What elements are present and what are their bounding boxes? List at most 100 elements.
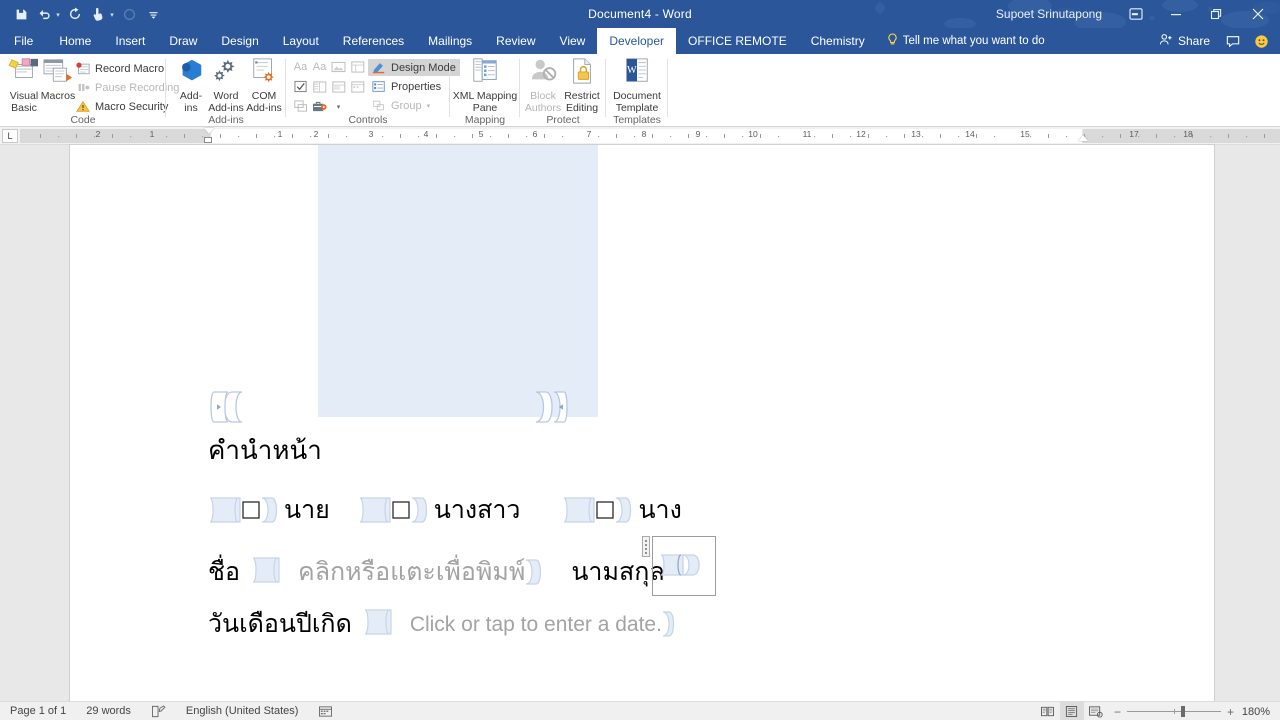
restrict-editing-label-1: Restrict xyxy=(564,90,600,102)
group-button[interactable]: Group ▾ xyxy=(372,97,430,114)
restore-icon[interactable] xyxy=(1196,0,1236,28)
horizontal-ruler[interactable]: L 2 1 1 2 3 4 5 6 7 8 9 10 11 12 13 14 1… xyxy=(0,127,1280,145)
title-bar-right: Supoet Srinutapong xyxy=(996,0,1280,28)
legacy-tools-icon[interactable] xyxy=(311,98,328,115)
picture-control-icon[interactable] xyxy=(330,58,347,75)
design-mode-button[interactable]: Design Mode xyxy=(368,59,460,76)
tab-strip-right-tools: Share xyxy=(1151,28,1280,54)
zoom-track[interactable] xyxy=(1126,706,1221,717)
document-page[interactable]: คำนำหน้า นาย นางสาว นาง ชื่อ คลิกหรือแตะ… xyxy=(70,145,1214,701)
group-separator xyxy=(667,59,668,117)
picture-control-open-tag[interactable] xyxy=(208,390,248,424)
macros-button[interactable]: Macros xyxy=(38,57,78,102)
tab-layout[interactable]: Layout xyxy=(271,28,331,54)
macros-label: Macros xyxy=(40,90,76,102)
tab-design[interactable]: Design xyxy=(209,28,270,54)
checkbox-control-nai[interactable] xyxy=(208,493,284,527)
ribbon-display-options-icon[interactable] xyxy=(1116,0,1156,28)
name-row: ชื่อ คลิกหรือแตะเพื่อพิมพ์ นามสกุล xyxy=(208,555,665,589)
macro-security-button[interactable]: Macro Security xyxy=(76,98,168,115)
first-name-content-control[interactable]: คลิกหรือแตะเพื่อพิมพ์ xyxy=(250,555,559,589)
block-authors-label-1: Block xyxy=(530,90,556,102)
checkbox-control-nangsao[interactable] xyxy=(358,493,434,527)
content-control-drag-handle[interactable] xyxy=(642,536,650,557)
picture-control-close-tag[interactable] xyxy=(530,390,570,424)
share-button[interactable]: Share xyxy=(1151,28,1218,54)
restrict-editing-button[interactable]: Restrict Editing xyxy=(562,57,602,114)
document-template-button[interactable]: W Document Template xyxy=(610,57,664,114)
tab-chemistry[interactable]: Chemistry xyxy=(799,28,877,54)
date-placeholder: Click or tap to enter a date. xyxy=(409,612,662,636)
store-addins-button[interactable]: Add- ins xyxy=(171,57,211,114)
control-gallery[interactable]: Aa Aa ▾ xyxy=(292,58,367,117)
web-layout-view-button[interactable] xyxy=(1084,702,1108,720)
tab-view[interactable]: View xyxy=(548,28,598,54)
com-addins-label-2: Add-ins xyxy=(246,102,282,114)
tab-mailings[interactable]: Mailings xyxy=(416,28,484,54)
zoom-level-label[interactable]: 180% xyxy=(1240,706,1280,718)
word-addins-label-1: Word xyxy=(213,90,239,102)
design-mode-icon xyxy=(372,61,386,74)
pause-recording-button[interactable]: Pause Recording xyxy=(76,79,179,96)
print-layout-view-button[interactable] xyxy=(1059,702,1084,720)
ruler-number-11: 11 xyxy=(802,129,812,139)
document-template-label-2: Template xyxy=(615,102,659,114)
page-indicator[interactable]: Page 1 of 1 xyxy=(0,702,76,720)
read-mode-view-button[interactable] xyxy=(1036,702,1060,720)
block-authors-button[interactable]: Block Authors xyxy=(523,57,563,114)
first-line-indent-marker[interactable] xyxy=(204,128,214,134)
properties-icon xyxy=(372,80,386,93)
tab-file[interactable]: File xyxy=(0,28,47,54)
zoom-in-button[interactable]: + xyxy=(1227,705,1234,719)
last-name-selection-box[interactable] xyxy=(652,536,716,596)
check-box-control-icon[interactable] xyxy=(292,78,309,95)
tab-office-remote[interactable]: OFFICE REMOTE xyxy=(676,28,799,54)
group-icon xyxy=(372,99,386,112)
group-dropdown-icon[interactable]: ▾ xyxy=(427,102,431,110)
tab-review[interactable]: Review xyxy=(484,28,547,54)
zoom-thumb[interactable] xyxy=(1180,706,1185,717)
date-picker-control-icon[interactable] xyxy=(349,78,366,95)
ruler-number-4: 4 xyxy=(423,129,429,139)
language-indicator[interactable]: English (United States) xyxy=(176,702,309,720)
comment-bubble-icon[interactable] xyxy=(1220,28,1246,54)
close-icon[interactable] xyxy=(1236,0,1280,28)
tab-references[interactable]: References xyxy=(331,28,416,54)
picture-content-control[interactable] xyxy=(318,145,598,417)
account-name[interactable]: Supoet Srinutapong xyxy=(996,7,1102,21)
minimize-icon[interactable] xyxy=(1156,0,1196,28)
rich-text-control-icon[interactable]: Aa xyxy=(292,58,309,75)
right-indent-marker[interactable] xyxy=(1078,135,1088,141)
plain-text-control-icon[interactable]: Aa xyxy=(311,58,328,75)
zoom-slider[interactable]: − + xyxy=(1108,705,1240,719)
tab-draw[interactable]: Draw xyxy=(157,28,209,54)
checkbox-label-nang: นาง xyxy=(638,495,682,524)
ruler-number-17: 17 xyxy=(1129,129,1139,139)
record-macro-button[interactable]: Record Macro xyxy=(76,60,164,77)
proofing-errors-icon[interactable] xyxy=(141,702,176,720)
ribbon-tab-strip[interactable]: File Home Insert Draw Design Layout Refe… xyxy=(0,28,1280,54)
smiley-face-icon[interactable] xyxy=(1248,28,1274,54)
tab-developer[interactable]: Developer xyxy=(597,28,677,54)
accessibility-checker-icon[interactable] xyxy=(308,702,343,720)
legacy-tools-dropdown-icon[interactable]: ▾ xyxy=(330,98,347,115)
tab-insert[interactable]: Insert xyxy=(103,28,157,54)
building-block-gallery-icon[interactable] xyxy=(349,58,366,75)
combo-box-control-icon[interactable] xyxy=(311,78,328,95)
xml-mapping-pane-button[interactable]: XML Mapping Pane xyxy=(452,57,518,114)
date-picker-content-control[interactable]: Click or tap to enter a date. xyxy=(362,607,686,641)
checkbox-control-nang[interactable] xyxy=(562,493,638,527)
com-addins-button[interactable]: COM Add-ins xyxy=(244,57,284,114)
properties-button[interactable]: Properties xyxy=(372,78,441,95)
ruler-number-left-2: 2 xyxy=(95,129,101,139)
repeating-section-control-icon[interactable] xyxy=(292,98,309,115)
tell-me-search[interactable]: Tell me what you want to do xyxy=(877,28,1045,54)
zoom-out-button[interactable]: − xyxy=(1114,705,1121,719)
word-addins-button[interactable]: Word Add-ins xyxy=(206,57,246,114)
word-count[interactable]: 29 words xyxy=(76,702,141,720)
left-indent-marker[interactable] xyxy=(204,137,212,143)
ruler-number-7: 7 xyxy=(586,129,592,139)
drop-down-list-control-icon[interactable] xyxy=(330,78,347,95)
tab-home[interactable]: Home xyxy=(47,28,103,54)
ribbon-group-label-protect: Protect xyxy=(546,114,580,126)
